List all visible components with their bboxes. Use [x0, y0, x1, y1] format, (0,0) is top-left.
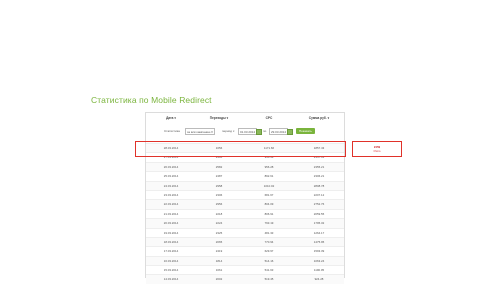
table-cell: 892.61: [264, 174, 274, 179]
table-cell: 2065: [215, 239, 223, 244]
annotation-text: Итого: [373, 150, 381, 153]
table-cell: 20.03.2014: [163, 221, 179, 226]
column-sum-header[interactable]: Сумма руб. ▾: [294, 113, 344, 123]
table-cell: 23.03.2014: [163, 192, 179, 197]
column-clicks-header[interactable]: Переходы ▾: [194, 113, 244, 123]
table-cell: 2306.21: [313, 174, 325, 179]
table-cell: 2218: [215, 211, 223, 216]
table-cell: 15.03.2014: [163, 268, 179, 273]
table-cell: 17.03.2014: [163, 249, 179, 254]
table-cell: 2582: [215, 164, 223, 169]
table-cell: 22.03.2014: [163, 202, 179, 207]
calendar-icon[interactable]: [256, 128, 262, 135]
table-cell: 2419: [215, 249, 223, 254]
page-title: Статистика по Mobile Redirect: [91, 95, 212, 105]
table-cell: 2306: [215, 192, 223, 197]
table-cell: 481.33: [264, 230, 274, 235]
table-row: 17.03.2014 2419 629.97 1593.39: [146, 246, 344, 255]
table-cell: 2224: [215, 221, 223, 226]
table-cell: 18.03.2014: [163, 239, 179, 244]
table-cell: 2752.76: [313, 202, 325, 207]
table-cell: 1063.24: [313, 258, 325, 263]
table-cell: 2325: [215, 230, 223, 235]
table-cell: 2207.12: [313, 192, 325, 197]
table-cell: 1010.02: [263, 183, 275, 188]
period-select[interactable]: за всё кампанию ▾: [185, 128, 215, 135]
stats-panel: Дата ▾ Переходы ▾ CPC Сумма руб. ▾ Стати…: [145, 112, 345, 284]
table-row: 21.03.2014 2218 806.91 2059.55: [146, 208, 344, 218]
table-cell: 2059.55: [313, 211, 325, 216]
table-row: 26.03.2014 2582 956.28 2355.21: [146, 161, 344, 172]
table-cell: 2958: [215, 183, 223, 188]
table-cell: 514.16: [264, 258, 274, 263]
table-row: 19.03.2014 2325 481.33 1264.17: [146, 227, 344, 237]
table-cell: 25.03.2014: [163, 174, 179, 179]
table-row: 23.03.2014 2306 681.67 2207.12: [146, 189, 344, 199]
table-cell: 1814: [215, 258, 223, 263]
table-row: 14.03.2014 2002 519.45 924.28: [146, 274, 344, 284]
table-cell: 1264.17: [313, 230, 325, 235]
table-cell: 2487: [215, 174, 223, 179]
table-row: 22.03.2014 2956 804.09 2752.76: [146, 199, 344, 209]
table-cell: 1593.39: [313, 249, 325, 254]
table-cell: 770.94: [264, 239, 274, 244]
highlight-rows-box: [135, 141, 346, 157]
table-cell: 2355.21: [313, 164, 325, 169]
to-date-input[interactable]: 29.03.2014: [269, 128, 289, 135]
table-cell: 1795.32: [313, 221, 325, 226]
table-cell: 2956: [215, 202, 223, 207]
calendar-icon[interactable]: [287, 128, 293, 135]
table-row: 24.03.2014 2958 1010.02 2808.78: [146, 180, 344, 190]
stats-table-body: 28.03.2014 1656 1171.66 1857.43 27.03.2014 2…: [146, 143, 344, 284]
table-row: 16.03.2014 1814 514.16 1063.24: [146, 255, 344, 266]
table-cell: 541.63: [264, 268, 274, 273]
period-select-value: за всё кампанию: [187, 130, 211, 134]
show-button[interactable]: Показать: [296, 128, 315, 134]
column-cpc-header[interactable]: CPC: [244, 113, 294, 123]
table-cell: 26.03.2014: [163, 164, 179, 169]
table-cell: 629.97: [264, 249, 274, 254]
filter-label: Статистика: [164, 129, 180, 133]
table-cell: 21.03.2014: [163, 211, 179, 216]
table-cell: 804.09: [264, 202, 274, 207]
table-row: 20.03.2014 2224 793.19 1795.32: [146, 218, 344, 228]
table-cell: 1661: [215, 268, 223, 273]
from-label: период с: [222, 129, 235, 133]
annotation-value: 245$: [373, 145, 381, 149]
table-cell: 1475.95: [313, 239, 325, 244]
highlight-annotation-box: [352, 141, 402, 157]
table-cell: 681.67: [264, 192, 274, 197]
column-date-header[interactable]: Дата ▾: [146, 113, 196, 123]
table-row: 15.03.2014 1661 541.63 1190.05: [146, 265, 344, 274]
table-cell: 1190.05: [313, 268, 325, 273]
to-label: по: [263, 129, 267, 133]
table-row: 25.03.2014 2487 892.61 2306.21: [146, 171, 344, 180]
from-date-input[interactable]: 01.03.2014: [238, 128, 258, 135]
table-row: 18.03.2014 2065 770.94 1475.95: [146, 236, 344, 247]
table-cell: 19.03.2014: [163, 230, 179, 235]
filter-bar: Статистика за всё кампанию ▾ период с 01…: [146, 125, 344, 137]
table-cell: 793.19: [264, 221, 274, 226]
table-cell: 806.91: [264, 211, 274, 216]
table-cell: 2808.78: [313, 183, 325, 188]
table-cell: 16.03.2014: [163, 258, 179, 263]
table-cell: 24.03.2014: [163, 183, 179, 188]
table-cell: 956.28: [264, 164, 274, 169]
